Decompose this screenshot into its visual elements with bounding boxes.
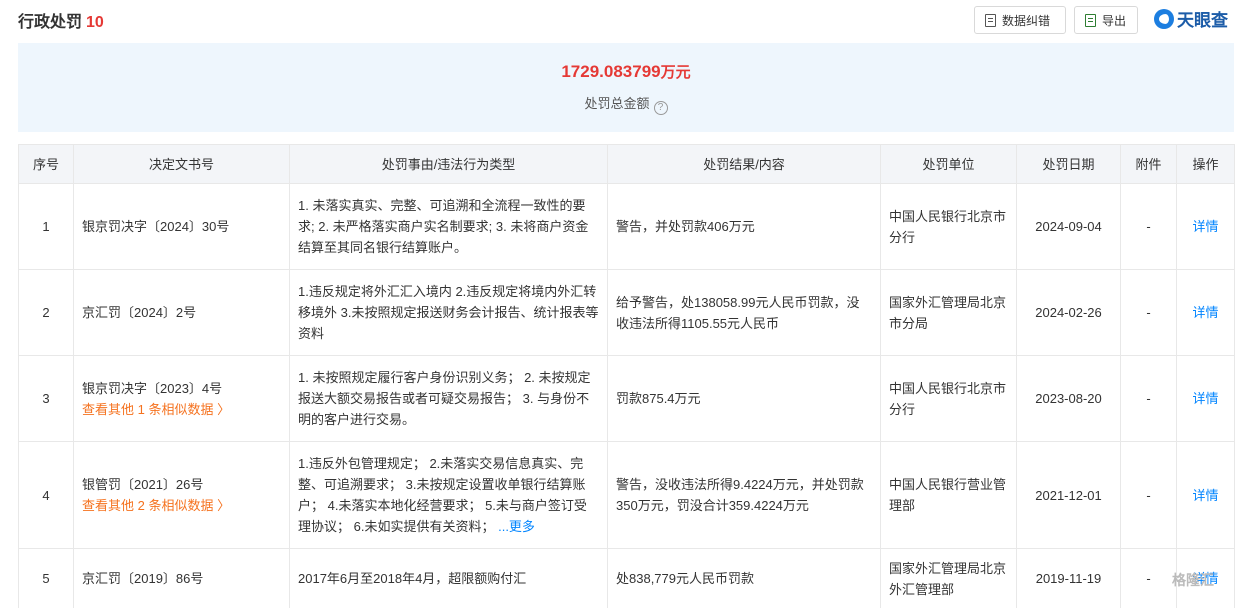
row-unit: 国家外汇管理局北京市分局 (880, 269, 1017, 356)
row-unit: 中国人民银行北京市分行 (880, 183, 1017, 270)
row-reason: 1. 未落实真实、完整、可追溯和全流程一致性的要求; 2. 未严格落实商户实名制… (289, 183, 608, 270)
similar-data-link[interactable]: 查看其他 1 条相似数据 〉 (82, 399, 281, 420)
gelonghui-watermark: 格隆汇 (1172, 572, 1214, 588)
col-header-doc: 决定文书号 (73, 144, 290, 184)
col-header-result: 处罚结果/内容 (607, 144, 881, 184)
row-result: 处838,779元人民币罚款 (607, 548, 881, 608)
row-date: 2024-02-26 (1016, 269, 1121, 356)
col-header-action: 操作 (1176, 144, 1235, 184)
details-link[interactable]: 详情 (1192, 219, 1218, 234)
doc-number: 京汇罚〔2024〕2号 (82, 305, 197, 320)
row-result: 罚款875.4万元 (607, 355, 881, 442)
col-header-no: 序号 (18, 144, 74, 184)
more-link[interactable]: ...更多 (498, 519, 535, 534)
row-action: 详情 (1176, 183, 1235, 270)
row-date: 2019-11-19 (1016, 548, 1121, 608)
col-header-attach: 附件 (1120, 144, 1177, 184)
export-label: 导出 (1102, 13, 1127, 28)
help-icon[interactable]: ? (653, 101, 668, 115)
row-reason: 1. 未按照规定履行客户身份识别义务； 2. 未按规定报送大额交易报告或者可疑交… (289, 355, 608, 442)
row-doc: 银京罚决字〔2023〕4号 查看其他 1 条相似数据 〉 (73, 355, 290, 442)
excel-icon (1085, 13, 1096, 27)
row-reason: 1.违反规定将外汇汇入境内 2.违反规定将境内外汇转移境外 3.未按照规定报送财… (289, 269, 608, 356)
row-doc: 京汇罚〔2019〕86号 (73, 548, 290, 608)
total-amount-unit: 万元 (660, 64, 691, 81)
row-date: 2021-12-01 (1016, 441, 1121, 549)
row-result: 警告，并处罚款406万元 (607, 183, 881, 270)
row-no: 3 (18, 355, 74, 442)
row-no: 1 (18, 183, 74, 270)
table-row: 1 银京罚决字〔2024〕30号 1. 未落实真实、完整、可追溯和全流程一致性的… (18, 183, 1235, 270)
total-amount-label: 处罚总金额? (18, 93, 1234, 115)
row-action: 详情 (1176, 441, 1235, 549)
doc-number: 银管罚〔2021〕26号 (82, 477, 204, 492)
tianyancha-logo-icon (1154, 8, 1174, 29)
tianyancha-logo: 天眼查 (1154, 6, 1228, 31)
document-edit-icon (985, 13, 996, 27)
penalty-table: 序号 决定文书号 处罚事由/违法行为类型 处罚结果/内容 处罚单位 处罚日期 附… (18, 144, 1235, 608)
row-unit: 国家外汇管理局北京外汇管理部 (880, 548, 1017, 608)
section-title: 行政处罚 10 (18, 8, 104, 32)
doc-number: 京汇罚〔2019〕86号 (82, 571, 204, 586)
details-link[interactable]: 详情 (1192, 391, 1218, 406)
col-header-unit: 处罚单位 (880, 144, 1017, 184)
row-result: 警告，没收违法所得9.4224万元，并处罚款350万元，罚没合计359.4224… (607, 441, 881, 549)
table-row: 4 银管罚〔2021〕26号 查看其他 2 条相似数据 〉 1.违反外包管理规定… (18, 441, 1235, 549)
doc-number: 银京罚决字〔2024〕30号 (82, 219, 230, 234)
table-row: 2 京汇罚〔2024〕2号 1.违反规定将外汇汇入境内 2.违反规定将境内外汇转… (18, 269, 1235, 356)
row-no: 4 (18, 441, 74, 549)
row-reason: 1.违反外包管理规定； 2.未落实交易信息真实、完整、可追溯要求； 3.未按规定… (289, 441, 608, 549)
row-attach: - (1120, 183, 1177, 270)
table-header-row: 序号 决定文书号 处罚事由/违法行为类型 处罚结果/内容 处罚单位 处罚日期 附… (18, 144, 1235, 184)
row-action: 详情 (1176, 355, 1235, 442)
row-unit: 中国人民银行北京市分行 (880, 355, 1017, 442)
row-no: 2 (18, 269, 74, 356)
row-doc: 银京罚决字〔2024〕30号 (73, 183, 290, 270)
row-doc: 京汇罚〔2024〕2号 (73, 269, 290, 356)
col-header-reason: 处罚事由/违法行为类型 (289, 144, 608, 184)
record-count: 10 (86, 14, 104, 31)
export-button[interactable]: 导出 (1074, 6, 1138, 34)
table-row: 5 京汇罚〔2019〕86号 2017年6月至2018年4月，超限额购付汇 处8… (18, 548, 1235, 608)
row-result: 给予警告，处138058.99元人民币罚款，没收违法所得1105.55元人民币 (607, 269, 881, 356)
row-attach: - (1120, 441, 1177, 549)
header: 行政处罚 10 数据纠错 导出 天眼查 (18, 0, 1234, 36)
row-reason: 2017年6月至2018年4月，超限额购付汇 (289, 548, 608, 608)
row-date: 2023-08-20 (1016, 355, 1121, 442)
row-date: 2024-09-04 (1016, 183, 1121, 270)
penalty-summary: 1729.083799万元 处罚总金额? (18, 43, 1234, 132)
data-correction-label: 数据纠错 (1002, 13, 1051, 28)
row-doc: 银管罚〔2021〕26号 查看其他 2 条相似数据 〉 (73, 441, 290, 549)
col-header-date: 处罚日期 (1016, 144, 1121, 184)
reason-text: 1.违反外包管理规定； 2.未落实交易信息真实、完整、可追溯要求； 3.未按规定… (298, 456, 587, 534)
doc-number: 银京罚决字〔2023〕4号 (82, 380, 223, 396)
row-attach: - (1120, 355, 1177, 442)
details-link[interactable]: 详情 (1192, 305, 1218, 320)
logo-text: 天眼查 (1177, 11, 1228, 30)
row-unit: 中国人民银行营业管理部 (880, 441, 1017, 549)
row-action: 详情 (1176, 269, 1235, 356)
row-no: 5 (18, 548, 74, 608)
details-link[interactable]: 详情 (1192, 488, 1218, 503)
similar-data-link[interactable]: 查看其他 2 条相似数据 〉 (82, 495, 281, 516)
total-amount: 1729.083799万元 (18, 61, 1234, 82)
section-title-text: 行政处罚 (18, 14, 83, 31)
table-row: 3 银京罚决字〔2023〕4号 查看其他 1 条相似数据 〉 1. 未按照规定履… (18, 355, 1235, 442)
row-attach: - (1120, 548, 1177, 608)
row-attach: - (1120, 269, 1177, 356)
data-correction-button[interactable]: 数据纠错 (974, 6, 1066, 34)
total-amount-label-text: 处罚总金额 (584, 96, 650, 111)
total-amount-value: 1729.083799 (561, 62, 661, 81)
